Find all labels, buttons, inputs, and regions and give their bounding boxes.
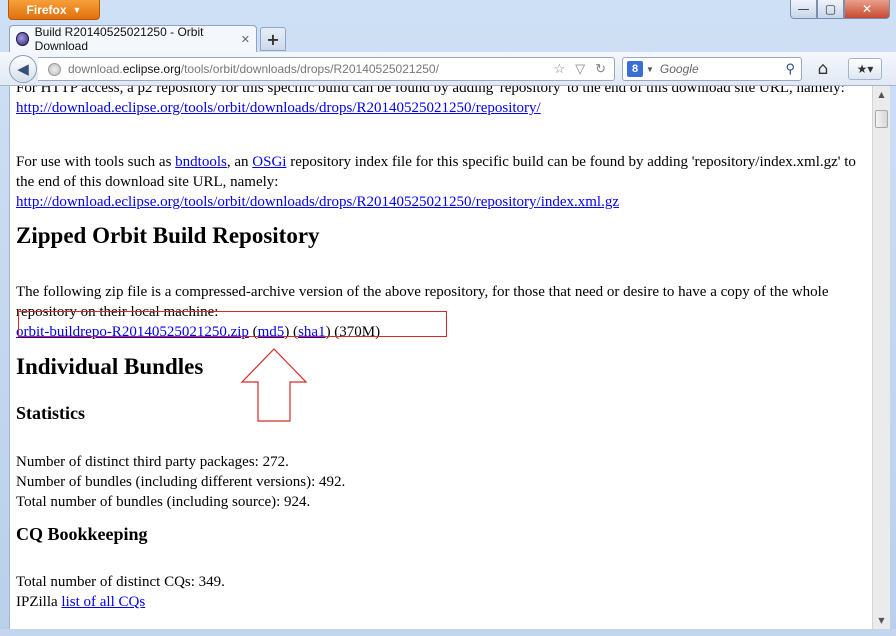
individual-bundles-heading: Individual Bundles <box>16 354 204 379</box>
close-tab-icon[interactable]: ✕ <box>241 33 250 46</box>
index-xml-link[interactable]: http://download.eclipse.org/tools/orbit/… <box>16 194 619 210</box>
cq-bookkeeping-heading: CQ Bookkeeping <box>16 524 148 544</box>
statistics-list: Number of distinct third party packages:… <box>16 452 866 512</box>
url-bar[interactable]: download. eclipse.org/tools/orbit/downloa… <box>38 57 615 81</box>
osgi-link[interactable]: OSGi <box>252 154 286 170</box>
zipped-repo-heading: Zipped Orbit Build Repository <box>16 223 320 248</box>
chevron-down-icon[interactable]: ▼ <box>646 65 654 74</box>
paragraph-text: For HTTP access, a p2 repository for thi… <box>16 86 845 96</box>
home-button[interactable]: ⌂ <box>812 58 834 80</box>
dropdown-arrow-icon[interactable]: ▽ <box>575 61 585 77</box>
p2-http-paragraph: For HTTP access, a p2 repository for thi… <box>16 86 866 118</box>
bndtools-link[interactable]: bndtools <box>175 154 227 170</box>
nav-toolbar: ◀ download. eclipse.org/tools/orbit/downl… <box>0 52 896 86</box>
reload-icon[interactable]: ↻ <box>595 61 606 77</box>
stat-line: Number of bundles (including different v… <box>16 474 346 490</box>
cq-list-link[interactable]: list of all CQs <box>61 594 145 610</box>
window-bottom-border <box>0 629 896 636</box>
tab-title: Build R20140525021250 - Orbit Download <box>34 25 204 53</box>
url-host: eclipse.org <box>122 62 181 76</box>
paragraph-text: For use with tools such as <box>16 154 176 170</box>
search-bar[interactable]: 8 ▼ Google ⚲ <box>622 57 802 81</box>
search-placeholder: Google <box>659 62 699 76</box>
bookmarks-menu-button[interactable]: ★▾ <box>848 58 882 80</box>
annotation-up-arrow-icon <box>240 348 308 422</box>
tab-bar: Build R20140525021250 - Orbit Download ✕… <box>0 22 896 53</box>
firefox-menu-button[interactable]: Firefox ▼ <box>8 0 100 20</box>
window-controls: — ▢ ✕ <box>790 0 890 19</box>
maximize-button[interactable]: ▢ <box>817 0 844 19</box>
bookmarks-star-icon: ★▾ <box>856 62 874 76</box>
scroll-down-icon[interactable]: ▼ <box>873 612 890 629</box>
firefox-menu-label: Firefox <box>26 2 67 17</box>
eclipse-favicon-icon <box>16 32 29 46</box>
search-icon[interactable]: ⚲ <box>785 61 795 77</box>
minimize-button[interactable]: — <box>790 0 817 19</box>
vertical-scrollbar[interactable]: ▲ ▼ <box>872 86 890 629</box>
tab-orbit-download[interactable]: Build R20140525021250 - Orbit Download ✕ <box>9 25 257 53</box>
repository-link[interactable]: http://download.eclipse.org/tools/orbit/… <box>16 100 541 116</box>
back-arrow-icon: ◀ <box>17 60 29 78</box>
google-engine-icon[interactable]: 8 <box>627 61 643 77</box>
stat-line: Number of distinct third party packages:… <box>16 454 289 470</box>
new-tab-button[interactable]: + <box>260 27 286 51</box>
url-prefix: download. <box>68 62 123 76</box>
cq-paragraph: Total number of distinct CQs: 349. IPZil… <box>16 572 866 612</box>
home-icon: ⌂ <box>817 59 829 79</box>
chevron-down-icon: ▼ <box>72 4 82 15</box>
scroll-up-icon[interactable]: ▲ <box>873 86 890 103</box>
index-paragraph: For use with tools such as bndtools, an … <box>16 152 866 212</box>
paragraph-text: , an <box>226 154 253 170</box>
cq-total: Total number of distinct CQs: 349. <box>16 574 225 590</box>
annotation-highlight-box <box>18 311 447 337</box>
globe-icon <box>48 62 61 76</box>
page-viewport: For HTTP access, a p2 repository for thi… <box>9 86 873 629</box>
scrollbar-thumb[interactable] <box>875 110 888 128</box>
ipzilla-label: IPZilla <box>16 594 62 610</box>
statistics-heading: Statistics <box>16 403 85 423</box>
bookmark-star-icon[interactable]: ☆ <box>553 61 565 77</box>
stat-line: Total number of bundles (including sourc… <box>16 494 311 510</box>
url-path: /tools/orbit/downloads/drops/R2014052502… <box>180 62 439 76</box>
back-button[interactable]: ◀ <box>9 55 37 83</box>
close-window-button[interactable]: ✕ <box>844 0 890 19</box>
